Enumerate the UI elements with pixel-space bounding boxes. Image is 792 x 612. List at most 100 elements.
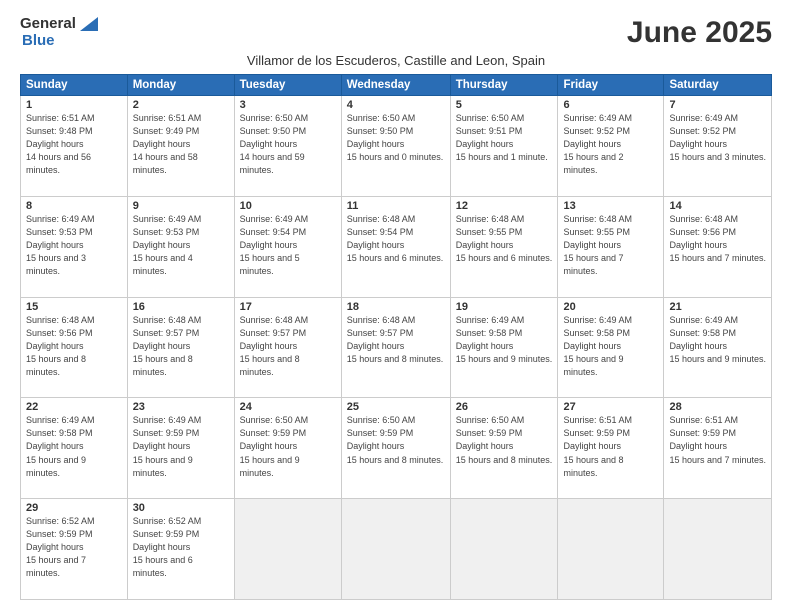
day-number: 24 [240, 401, 336, 413]
logo-general: General [20, 16, 76, 33]
day-info: Sunrise: 6:49 AMSunset: 9:59 PMDaylight … [133, 414, 229, 479]
calendar-row: 8 Sunrise: 6:49 AMSunset: 9:53 PMDaylight… [21, 196, 772, 297]
table-row: 16Sunrise: 6:48 AMSunset: 9:57 PMDayligh… [127, 297, 234, 398]
day-info: Sunrise: 6:50 AMSunset: 9:50 PMDaylight … [347, 112, 445, 164]
col-sunday: Sunday [21, 75, 128, 96]
calendar-table: Sunday Monday Tuesday Wednesday Thursday… [20, 74, 772, 600]
table-row: 13Sunrise: 6:48 AMSunset: 9:55 PMDayligh… [558, 196, 664, 297]
col-friday: Friday [558, 75, 664, 96]
day-info: Sunrise: 6:49 AMSunset: 9:58 PMDaylight … [456, 314, 553, 366]
table-row: 1Sunrise: 6:51 AMSunset: 9:48 PMDaylight… [21, 96, 128, 197]
title-block: June 2025 [627, 16, 772, 49]
day-info: Sunrise: 6:51 AMSunset: 9:59 PMDaylight … [563, 414, 658, 479]
day-number: 2 [133, 99, 229, 111]
day-info: Sunrise: 6:49 AMSunset: 9:58 PMDaylight … [563, 314, 658, 379]
day-info: Sunrise: 6:52 AMSunset: 9:59 PMDaylight … [26, 515, 122, 580]
table-row: 24Sunrise: 6:50 AMSunset: 9:59 PMDayligh… [234, 398, 341, 499]
table-row: 8Sunrise: 6:49 AMSunset: 9:53 PMDaylight… [21, 196, 128, 297]
day-number: 18 [347, 301, 445, 313]
page: General Blue June 2025 Villamor de los E… [0, 0, 792, 612]
month-title: June 2025 [627, 16, 772, 49]
table-row: 17Sunrise: 6:48 AMSunset: 9:57 PMDayligh… [234, 297, 341, 398]
table-row: 15Sunrise: 6:48 AMSunset: 9:56 PMDayligh… [21, 297, 128, 398]
day-info: Sunrise: 6:48 AMSunset: 9:56 PMDaylight … [26, 314, 122, 379]
day-info: Sunrise: 6:50 AMSunset: 9:59 PMDaylight … [347, 414, 445, 466]
day-info: Sunrise: 6:48 AMSunset: 9:54 PMDaylight … [347, 213, 445, 265]
table-row [234, 499, 341, 600]
day-number: 9 [133, 200, 229, 212]
day-number: 15 [26, 301, 122, 313]
col-thursday: Thursday [450, 75, 558, 96]
calendar-row: 22Sunrise: 6:49 AMSunset: 9:58 PMDayligh… [21, 398, 772, 499]
day-number: 16 [133, 301, 229, 313]
day-info: Sunrise: 6:49 AMSunset: 9:53 PMDaylight … [133, 213, 229, 278]
day-number: 17 [240, 301, 336, 313]
day-number: 30 [133, 502, 229, 514]
day-number: 28 [669, 401, 766, 413]
day-info: Sunrise: 6:48 AMSunset: 9:55 PMDaylight … [456, 213, 553, 265]
table-row [558, 499, 664, 600]
day-info: Sunrise: 6:49 AMSunset: 9:52 PMDaylight … [669, 112, 766, 164]
table-row: 22Sunrise: 6:49 AMSunset: 9:58 PMDayligh… [21, 398, 128, 499]
calendar-row: 1Sunrise: 6:51 AMSunset: 9:48 PMDaylight… [21, 96, 772, 197]
day-info: Sunrise: 6:50 AMSunset: 9:59 PMDaylight … [456, 414, 553, 466]
day-number: 4 [347, 99, 445, 111]
day-number: 3 [240, 99, 336, 111]
table-row: 20Sunrise: 6:49 AMSunset: 9:58 PMDayligh… [558, 297, 664, 398]
table-row: 14Sunrise: 6:48 AMSunset: 9:56 PMDayligh… [664, 196, 772, 297]
day-number: 6 [563, 99, 658, 111]
day-info: Sunrise: 6:52 AMSunset: 9:59 PMDaylight … [133, 515, 229, 580]
day-number: 14 [669, 200, 766, 212]
day-number: 27 [563, 401, 658, 413]
day-number: 29 [26, 502, 122, 514]
day-number: 10 [240, 200, 336, 212]
table-row: 26Sunrise: 6:50 AMSunset: 9:59 PMDayligh… [450, 398, 558, 499]
day-info: Sunrise: 6:51 AMSunset: 9:49 PMDaylight … [133, 112, 229, 177]
table-row: 7Sunrise: 6:49 AMSunset: 9:52 PMDaylight… [664, 96, 772, 197]
day-number: 23 [133, 401, 229, 413]
table-row [664, 499, 772, 600]
table-row: 27Sunrise: 6:51 AMSunset: 9:59 PMDayligh… [558, 398, 664, 499]
logo-blue: Blue [22, 33, 55, 50]
subtitle: Villamor de los Escuderos, Castille and … [20, 53, 772, 68]
day-number: 22 [26, 401, 122, 413]
table-row: 12Sunrise: 6:48 AMSunset: 9:55 PMDayligh… [450, 196, 558, 297]
calendar-row: 15Sunrise: 6:48 AMSunset: 9:56 PMDayligh… [21, 297, 772, 398]
day-number: 19 [456, 301, 553, 313]
table-row: 5Sunrise: 6:50 AMSunset: 9:51 PMDaylight… [450, 96, 558, 197]
table-row: 19Sunrise: 6:49 AMSunset: 9:58 PMDayligh… [450, 297, 558, 398]
day-info: Sunrise: 6:48 AMSunset: 9:56 PMDaylight … [669, 213, 766, 265]
col-wednesday: Wednesday [341, 75, 450, 96]
day-info: Sunrise: 6:51 AMSunset: 9:59 PMDaylight … [669, 414, 766, 466]
day-number: 11 [347, 200, 445, 212]
table-row: 6Sunrise: 6:49 AMSunset: 9:52 PMDaylight… [558, 96, 664, 197]
table-row: 30Sunrise: 6:52 AMSunset: 9:59 PMDayligh… [127, 499, 234, 600]
table-row: 23Sunrise: 6:49 AMSunset: 9:59 PMDayligh… [127, 398, 234, 499]
day-info: Sunrise: 6:48 AMSunset: 9:55 PMDaylight … [563, 213, 658, 278]
day-number: 25 [347, 401, 445, 413]
table-row: 25Sunrise: 6:50 AMSunset: 9:59 PMDayligh… [341, 398, 450, 499]
table-row: 21Sunrise: 6:49 AMSunset: 9:58 PMDayligh… [664, 297, 772, 398]
day-number: 12 [456, 200, 553, 212]
day-info: Sunrise: 6:50 AMSunset: 9:59 PMDaylight … [240, 414, 336, 479]
table-row: 2Sunrise: 6:51 AMSunset: 9:49 PMDaylight… [127, 96, 234, 197]
col-monday: Monday [127, 75, 234, 96]
day-info: Sunrise: 6:50 AMSunset: 9:51 PMDaylight … [456, 112, 553, 164]
day-number: 8 [26, 200, 122, 212]
day-number: 26 [456, 401, 553, 413]
table-row: 28Sunrise: 6:51 AMSunset: 9:59 PMDayligh… [664, 398, 772, 499]
table-row: 10Sunrise: 6:49 AMSunset: 9:54 PMDayligh… [234, 196, 341, 297]
table-row: 11Sunrise: 6:48 AMSunset: 9:54 PMDayligh… [341, 196, 450, 297]
col-saturday: Saturday [664, 75, 772, 96]
day-info: Sunrise: 6:48 AMSunset: 9:57 PMDaylight … [240, 314, 336, 379]
day-info: Sunrise: 6:49 AMSunset: 9:52 PMDaylight … [563, 112, 658, 177]
header: General Blue June 2025 [20, 16, 772, 49]
day-number: 7 [669, 99, 766, 111]
day-number: 5 [456, 99, 553, 111]
table-row: 3Sunrise: 6:50 AMSunset: 9:50 PMDaylight… [234, 96, 341, 197]
table-row [450, 499, 558, 600]
day-info: Sunrise: 6:49 AMSunset: 9:54 PMDaylight … [240, 213, 336, 278]
day-info: Sunrise: 6:49 AMSunset: 9:58 PMDaylight … [26, 414, 122, 479]
day-number: 21 [669, 301, 766, 313]
table-row: 4Sunrise: 6:50 AMSunset: 9:50 PMDaylight… [341, 96, 450, 197]
